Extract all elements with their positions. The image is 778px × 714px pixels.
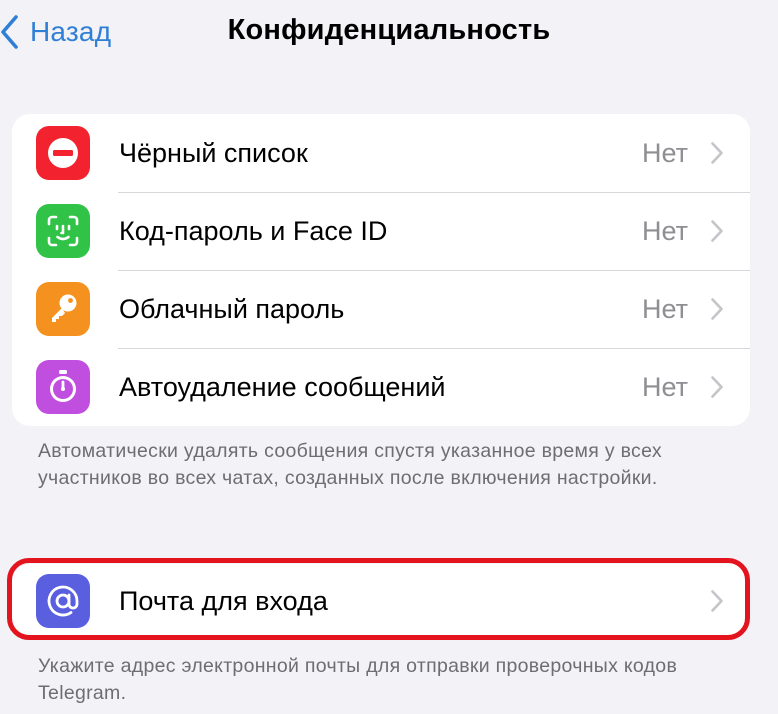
- login-email-footnote: Укажите адрес электронной почты для отпр…: [38, 655, 678, 704]
- timer-icon: [36, 360, 90, 414]
- blocked-icon: [36, 126, 90, 180]
- login-email-row[interactable]: Почта для входа: [12, 564, 750, 638]
- chevron-right-icon: [711, 142, 723, 164]
- at-sign-icon: [36, 574, 90, 628]
- passcode-face-id-row[interactable]: Код-пароль и Face ID Нет: [12, 192, 750, 270]
- chevron-right-icon: [711, 298, 723, 320]
- blocked-users-label: Чёрный список: [119, 137, 308, 168]
- blocked-users-value: Нет: [642, 137, 688, 168]
- cloud-password-value: Нет: [642, 293, 688, 324]
- chevron-right-icon: [711, 590, 723, 612]
- passcode-face-id-value: Нет: [642, 215, 688, 246]
- navigation-bar: Назад Конфиденциальность: [0, 0, 778, 64]
- chevron-right-icon: [711, 376, 723, 398]
- passcode-face-id-label: Код-пароль и Face ID: [119, 215, 388, 246]
- auto-delete-value: Нет: [642, 371, 688, 402]
- blocked-users-row[interactable]: Чёрный список Нет: [12, 114, 750, 192]
- privacy-settings-group: Чёрный список Нет Код-пароль и Face ID Н…: [12, 114, 750, 426]
- auto-delete-row[interactable]: Автоудаление сообщений Нет: [12, 348, 750, 426]
- face-id-icon: [36, 204, 90, 258]
- auto-delete-footnote: Автоматически удалять сообщения спустя у…: [38, 440, 662, 489]
- chevron-right-icon: [711, 220, 723, 242]
- cloud-password-row[interactable]: Облачный пароль Нет: [12, 270, 750, 348]
- login-email-label: Почта для входа: [119, 585, 328, 616]
- auto-delete-label: Автоудаление сообщений: [119, 371, 446, 402]
- login-email-group: Почта для входа: [12, 564, 750, 638]
- cloud-password-label: Облачный пароль: [119, 293, 345, 324]
- page-title: Конфиденциальность: [227, 14, 551, 46]
- key-icon: [36, 282, 90, 336]
